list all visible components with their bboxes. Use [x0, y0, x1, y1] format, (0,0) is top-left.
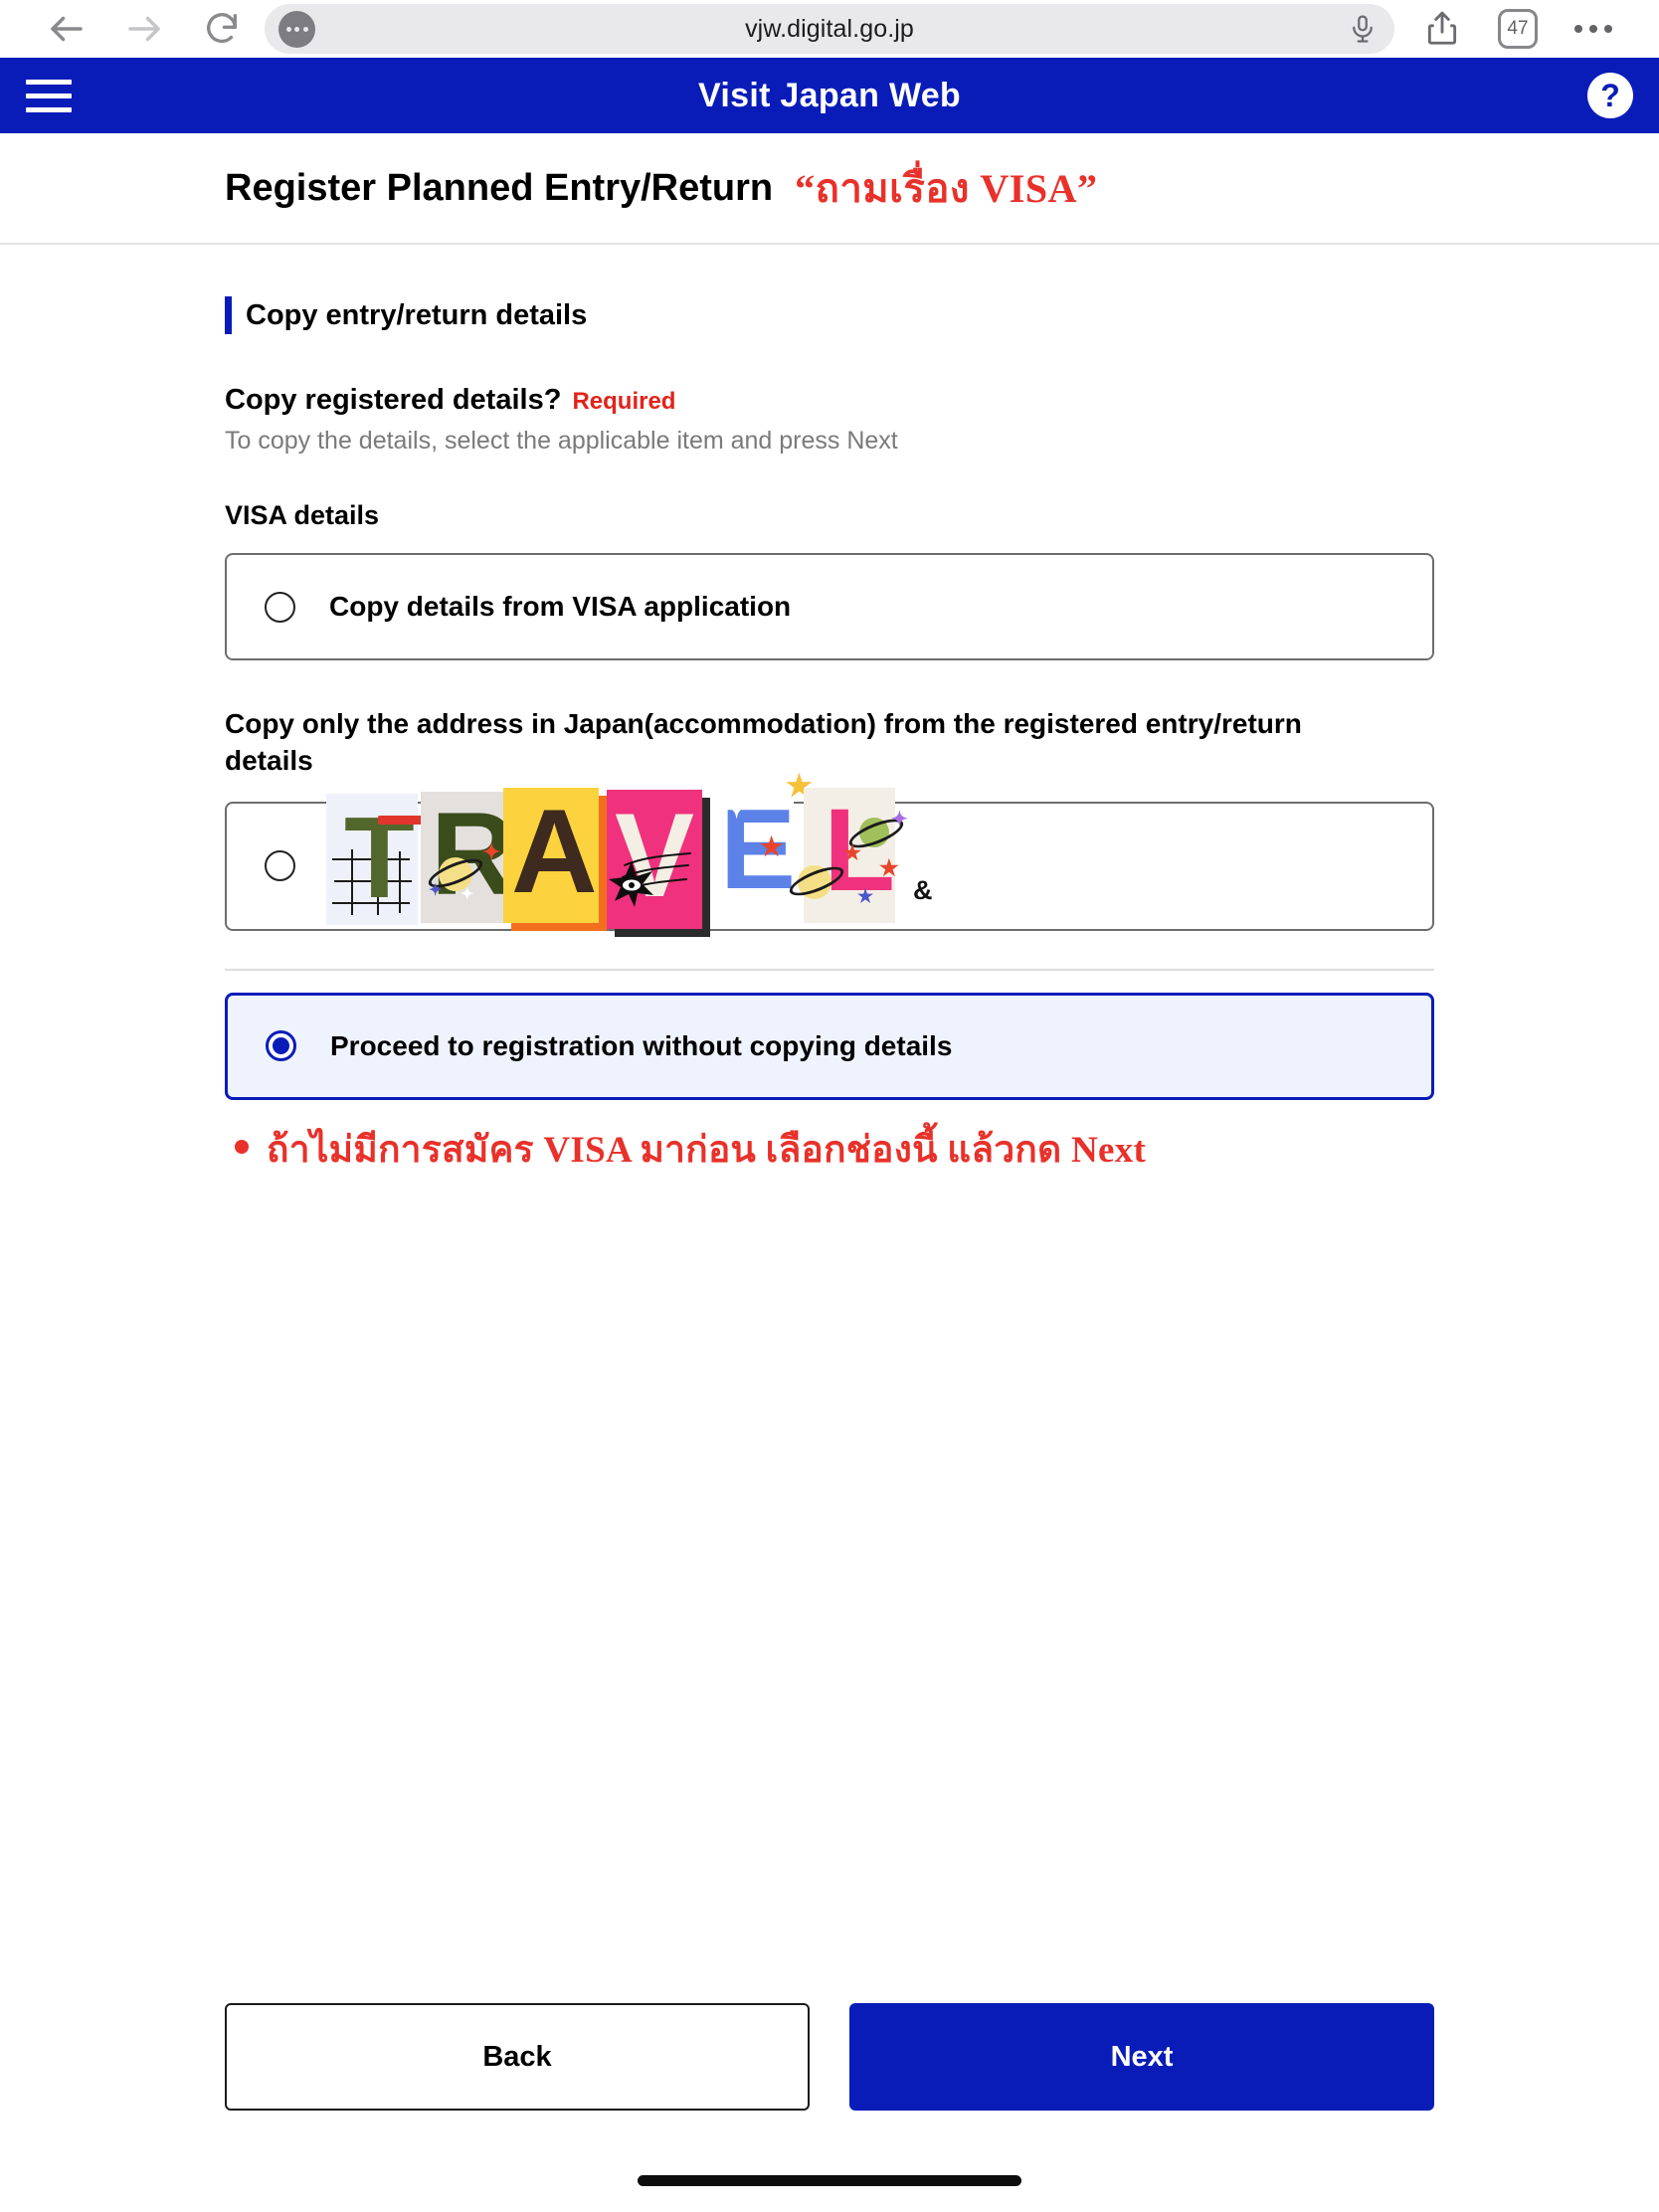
radio-copy-from-visa[interactable] — [265, 591, 295, 623]
option-copy-address-only[interactable]: l c p l a & T R ✦ ✦ ✦ A V E ✦ ★ ★ L ✦ ★ … — [225, 771, 1434, 937]
app-title: Visit Japan Web — [698, 76, 961, 114]
hamburger-menu-icon[interactable] — [26, 79, 72, 112]
sticker-tile-e: E ✦ ★ ★ — [710, 771, 813, 915]
planet-ring-icon — [845, 813, 907, 854]
share-button[interactable] — [1404, 4, 1480, 54]
help-question-icon[interactable]: ? — [1587, 73, 1633, 118]
page-title-bar: Register Planned Entry/Return “ถามเรื่อง… — [0, 133, 1659, 245]
section-accent-bar — [225, 296, 232, 334]
address-bar[interactable]: vjw.digital.go.jp — [265, 4, 1394, 54]
planet-ring-icon — [786, 860, 847, 902]
red-dash-deco — [378, 815, 440, 825]
option2-heading: Copy only the address in Japan(accommoda… — [225, 708, 1302, 776]
option-label: Copy details from VISA application — [329, 591, 792, 622]
obscured-text-c: p — [613, 829, 630, 859]
annotation-note-text: ถ้าไม่มีการสมัคร VISA มาก่อน เลือกช่องนี… — [267, 1129, 1147, 1171]
planet-green-icon — [859, 817, 889, 847]
browser-toolbar: vjw.digital.go.jp 47 — [0, 0, 1659, 58]
question-row: Copy registered details? Required — [225, 384, 1434, 417]
next-button-footer[interactable]: Next — [849, 2003, 1434, 2111]
annotation-visa-question: “ถามเรื่อง VISA” — [795, 166, 1098, 211]
sticker-tile-l: L ✦ ★ ★ ★ — [786, 784, 908, 923]
main-content: Copy entry/return details Copy registere… — [0, 296, 1659, 1179]
footer-buttons: Back Next — [225, 2003, 1434, 2111]
radio-proceed-without-copying[interactable] — [266, 1030, 296, 1062]
sticker-letter-a: A — [511, 784, 598, 918]
star-icon: ★ — [843, 841, 861, 864]
planet-yellow-icon — [798, 864, 831, 899]
back-button[interactable] — [28, 4, 105, 54]
sticker-tile-v-shadow — [615, 797, 710, 937]
option-proceed-without-copying[interactable]: Proceed to registration without copying … — [225, 992, 1434, 1100]
reload-icon — [202, 9, 242, 49]
option-label: Proceed to registration without copying … — [330, 1029, 953, 1061]
back-button-footer[interactable]: Back — [225, 2003, 810, 2111]
sticker-letter-l: L — [824, 784, 896, 916]
share-icon — [1423, 10, 1461, 48]
microphone-icon[interactable] — [1344, 11, 1381, 48]
question-help-text: To copy the details, select the applicab… — [225, 427, 898, 455]
forward-button[interactable] — [105, 4, 183, 54]
question-label: Copy registered details? — [225, 384, 562, 416]
option-copy-from-visa[interactable]: Copy details from VISA application — [225, 553, 1434, 660]
sticker-tile-t: T — [326, 792, 440, 925]
speed-lines-deco — [622, 851, 691, 890]
obscured-text-e: a — [764, 874, 780, 905]
star-icon: ★ — [857, 885, 874, 906]
url-text: vjw.digital.go.jp — [745, 14, 914, 43]
sticker-letter-r: R — [431, 788, 516, 920]
forward-arrow-icon — [123, 8, 165, 50]
obscured-text-f: & — [913, 874, 933, 905]
star-icon: ★ — [879, 854, 899, 880]
options-divider — [225, 968, 1434, 971]
sticker-tile-a-shadow — [511, 795, 607, 931]
more-dots-icon — [1574, 25, 1612, 33]
travel-sticker-collage: T R ✦ ✦ ✦ A V E ✦ ★ ★ L ✦ ★ ★ ★ — [326, 771, 933, 937]
section-title: Copy entry/return details — [246, 298, 588, 331]
grid-doodle-icon — [332, 846, 412, 915]
radio-copy-address-only[interactable] — [265, 850, 295, 882]
star-icon: ✦ — [724, 791, 750, 825]
required-badge: Required — [572, 388, 676, 415]
obscured-text-a: l — [454, 829, 461, 859]
annotation-bullet — [235, 1139, 249, 1154]
star-icon: ✦ — [429, 881, 443, 899]
back-arrow-icon — [46, 8, 88, 50]
sticker-letter-e: E — [720, 786, 797, 913]
home-indicator — [638, 2175, 1021, 2186]
app-header: Visit Japan Web ? — [0, 58, 1659, 133]
tabs-button[interactable]: 47 — [1480, 4, 1556, 54]
annotation-note-row: ถ้าไม่มีการสมัคร VISA มาก่อน เลือกช่องนี… — [225, 1120, 1434, 1179]
browser-right-actions: 47 — [1404, 4, 1631, 54]
obscured-text-d: l — [613, 874, 621, 905]
aa-page-settings-icon[interactable] — [278, 10, 315, 48]
visa-details-label: VISA details — [225, 500, 380, 530]
star-icon: ✦ — [482, 838, 501, 864]
obscured-text-b: c — [454, 874, 469, 905]
star-icon: ★ — [760, 830, 784, 861]
star-icon: ✦ — [891, 808, 908, 830]
section-header: Copy entry/return details — [225, 296, 1434, 334]
tab-count: 47 — [1498, 9, 1538, 49]
page-title: Register Planned Entry/Return — [225, 166, 774, 209]
reload-button[interactable] — [183, 4, 261, 54]
more-button[interactable] — [1556, 4, 1631, 54]
sticker-letter-t: T — [344, 792, 415, 922]
sticker-tile-a: A — [503, 784, 599, 923]
